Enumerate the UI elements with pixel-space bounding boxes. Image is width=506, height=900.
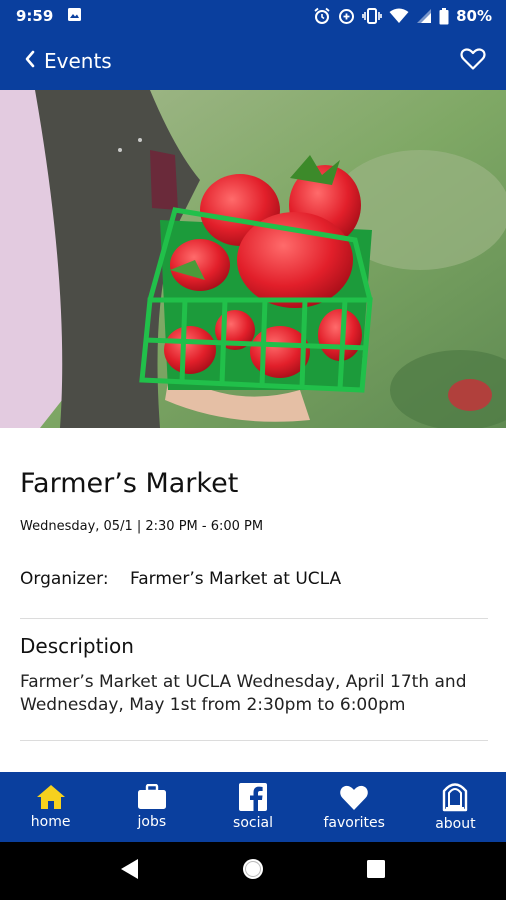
vibrate-icon [362,8,382,24]
circle-home-icon [242,859,263,879]
bottom-nav: home jobs social favorites about [0,772,506,842]
event-image [0,90,506,428]
nav-about-label: about [435,816,476,832]
system-nav-bar [0,842,506,900]
back-button[interactable]: Events [24,49,112,73]
nav-favorites[interactable]: favorites [304,772,405,842]
square-recents-icon [366,860,385,878]
data-saver-icon [338,8,355,25]
status-time: 9:59 [16,7,54,25]
alarm-icon [313,7,331,25]
event-datetime: Wednesday, 05/1 | 2:30 PM - 6:00 PM [20,519,264,534]
status-bar: 9:59 80% [0,0,506,32]
home-icon [36,785,65,809]
back-label: Events [44,49,112,73]
image-icon [67,7,82,26]
divider [20,740,488,741]
briefcase-icon [137,784,166,809]
nav-home-label: home [30,814,71,830]
description-heading: Description [20,634,134,658]
strawberries-in-basket-photo [0,90,506,428]
nav-jobs-label: jobs [137,814,167,830]
triangle-back-icon [121,859,139,879]
nav-home[interactable]: home [0,772,101,842]
nav-social-label: social [233,815,273,831]
battery-percent: 80% [456,7,492,25]
app-bar: Events [0,32,506,90]
description-text: Farmer’s Market at UCLA Wednesday, April… [20,672,467,715]
wifi-icon [389,8,409,24]
system-back-button[interactable] [120,858,140,884]
nav-about[interactable]: about [405,772,506,842]
divider [20,618,488,619]
heart-outline-icon [460,48,486,70]
heart-icon [340,785,368,810]
system-home-button[interactable] [241,857,265,885]
favorite-button[interactable] [460,47,486,75]
status-icons: 80% [313,7,492,25]
facebook-icon [239,783,267,811]
nav-social[interactable]: social [202,772,303,842]
event-title: Farmer’s Market [20,468,239,499]
organizer-value: Farmer’s Market at UCLA [130,569,342,589]
about-icon [443,783,468,812]
chevron-left-icon [24,50,36,72]
organizer-label: Organizer: [20,569,109,589]
signal-icon [416,8,432,24]
battery-icon [439,7,449,25]
nav-favorites-label: favorites [323,814,385,831]
nav-jobs[interactable]: jobs [101,772,202,842]
organizer-row: Organizer: Farmer’s Market at UCLA [20,569,341,589]
system-recents-button[interactable] [366,859,386,883]
